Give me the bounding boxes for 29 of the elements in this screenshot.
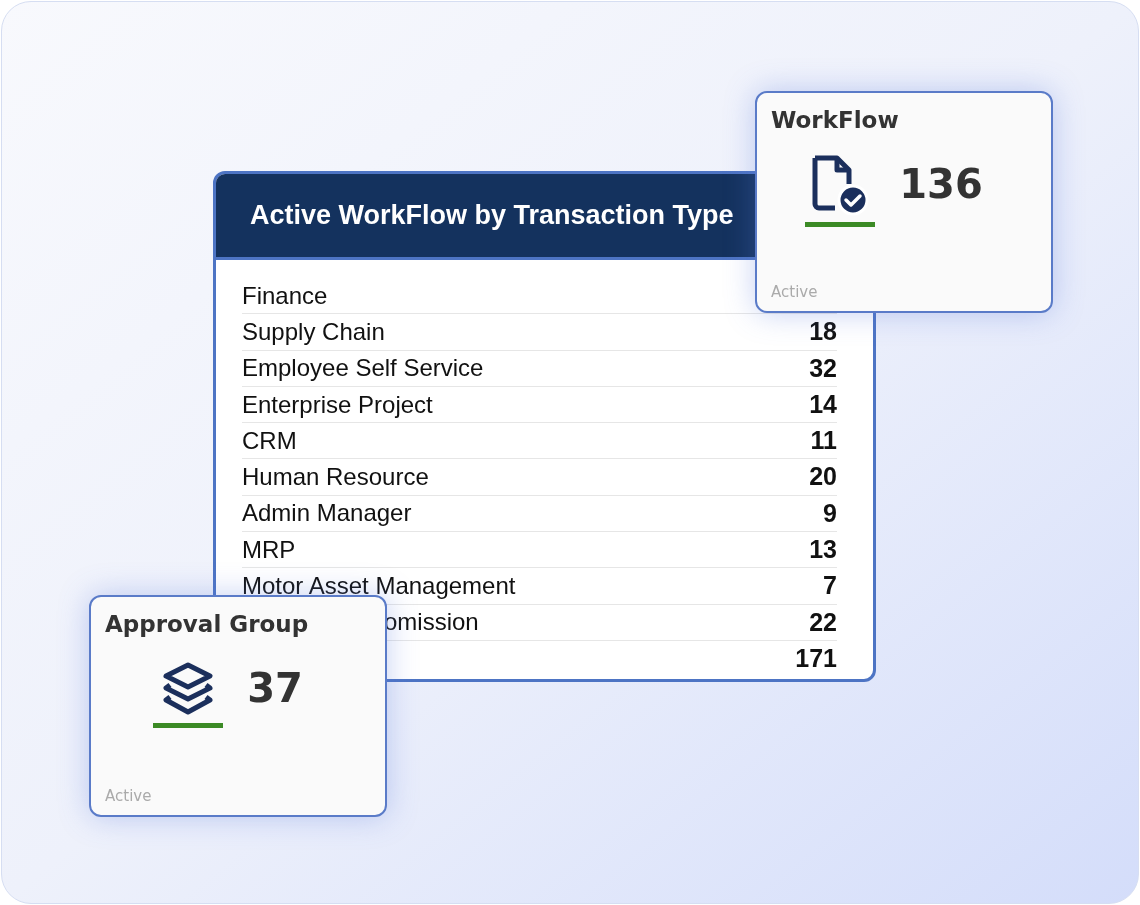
row-label: Human Resource — [242, 462, 429, 493]
row-value: 18 — [809, 316, 837, 348]
row-value: 32 — [809, 352, 837, 384]
status-bar — [153, 723, 224, 728]
card-status: Active — [771, 281, 819, 303]
row-value: 9 — [823, 497, 837, 529]
row-value: 14 — [809, 388, 837, 420]
row-label: Supply Chain — [242, 316, 385, 347]
row-value: 13 — [809, 534, 837, 565]
row-label: CRM — [242, 425, 297, 456]
total-value: 171 — [795, 643, 837, 675]
card-value: 37 — [247, 663, 303, 713]
row-label: Motor Asset Management — [242, 571, 516, 602]
row-label: omission — [384, 607, 479, 638]
card-status: Active — [105, 785, 153, 807]
row-label: Employee Self Service — [242, 353, 484, 384]
status-bar — [805, 222, 876, 227]
table-title: Active WorkFlow by Transaction Type — [250, 199, 734, 233]
row-value: 11 — [810, 425, 837, 457]
row-label: Enterprise Project — [242, 389, 433, 420]
row-label: Admin Manager — [242, 498, 412, 529]
card-title: WorkFlow — [771, 106, 900, 135]
row-label: MRP — [242, 534, 296, 565]
row-value: 7 — [823, 570, 837, 602]
row-value: 20 — [809, 461, 837, 493]
card-value: 136 — [899, 159, 983, 209]
card-title: Approval Group — [105, 610, 310, 639]
row-label: Finance — [242, 280, 328, 311]
row-value: 22 — [809, 606, 837, 638]
